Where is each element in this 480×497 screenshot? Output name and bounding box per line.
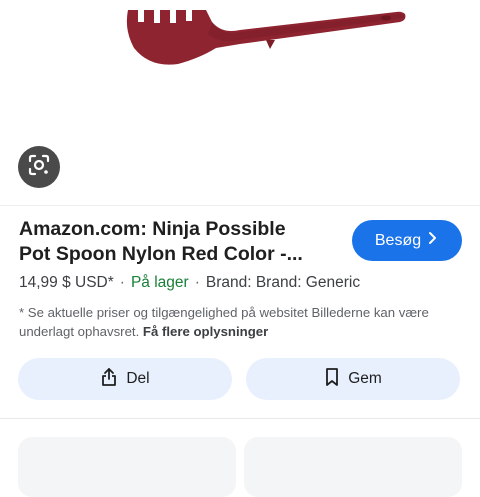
divider: [0, 205, 480, 206]
stock-status: På lager: [130, 274, 189, 291]
google-lens-icon: [27, 153, 51, 182]
share-icon: [100, 367, 118, 392]
share-button[interactable]: Del: [18, 358, 232, 400]
product-image-area[interactable]: [0, 0, 480, 205]
related-result-card[interactable]: [244, 437, 462, 497]
separator: ·: [119, 274, 125, 291]
share-button-label: Del: [126, 370, 150, 387]
save-button-label: Gem: [348, 370, 382, 387]
result-meta: 14,99 $ USD* · På lager · Brand: Brand: Gene…: [19, 273, 469, 293]
divider: [0, 418, 480, 419]
brand: Brand: Brand: Generic: [205, 274, 361, 291]
chevron-right-icon: [427, 231, 439, 250]
save-button[interactable]: Gem: [246, 358, 460, 400]
bookmark-icon: [324, 367, 340, 392]
more-info-link[interactable]: Få flere oplysninger: [143, 324, 268, 339]
spaghetti-spoon-image: [126, 8, 406, 65]
visit-button-label: Besøg: [374, 231, 422, 249]
separator: ·: [194, 274, 200, 291]
product-image: [126, 8, 406, 65]
visit-button[interactable]: Besøg: [352, 220, 462, 261]
google-lens-button[interactable]: [18, 146, 60, 188]
disclaimer: * Se aktuelle priser og tilgængelighed p…: [19, 303, 464, 341]
result-title[interactable]: Amazon.com: Ninja Possible Pot Spoon Nyl…: [19, 217, 319, 267]
related-result-card[interactable]: [18, 437, 236, 497]
price: 14,99 $ USD*: [19, 274, 114, 291]
